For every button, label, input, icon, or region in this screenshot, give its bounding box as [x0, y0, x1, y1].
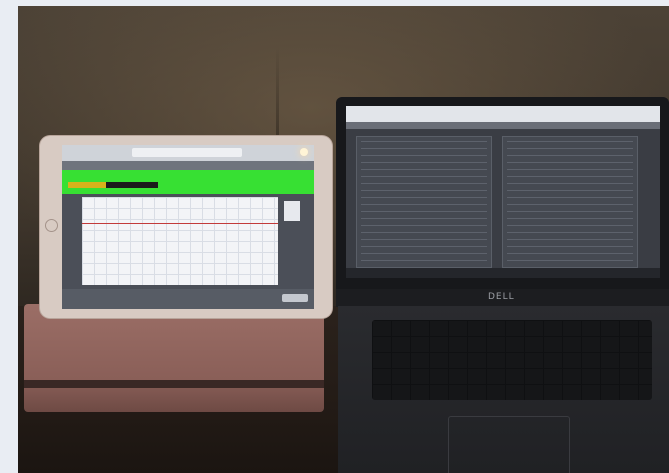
- laptop-logo: DELL: [488, 292, 515, 302]
- laptop-screen: [346, 106, 660, 278]
- laptop-taskbar: [346, 268, 660, 278]
- photo: DELL: [18, 6, 669, 473]
- ipad: [40, 136, 332, 318]
- ipad-browser-bar: [62, 145, 314, 161]
- ipad-footer: [62, 289, 314, 309]
- laptop-touchpad: [448, 416, 570, 473]
- ipad-case: [24, 304, 324, 412]
- ipad-app-nav: [62, 161, 314, 170]
- laptop-browser-bar: [346, 106, 660, 122]
- ipad-level-meter: [68, 182, 158, 188]
- light-glare: [300, 148, 308, 156]
- ipad-status-panel: [62, 170, 314, 194]
- laptop-settings-column-left: [356, 136, 492, 268]
- laptop-base: [338, 306, 669, 473]
- laptop-app-nav: [346, 122, 660, 129]
- settings-rows: [361, 141, 487, 263]
- laptop-settings-column-right: [502, 136, 638, 268]
- ipad-home-button: [45, 219, 58, 232]
- ipad-address-bar: [132, 148, 242, 157]
- ipad-screen: [62, 145, 314, 309]
- ipad-chart-legend: [284, 201, 300, 221]
- ipad-level-fill: [68, 182, 106, 188]
- ipad-chart-line: [82, 223, 278, 224]
- laptop-keyboard: [372, 320, 652, 400]
- ipad-chart: [82, 197, 278, 285]
- settings-rows: [507, 141, 633, 263]
- ipad-case-band: [24, 380, 324, 388]
- laptop-lid: [336, 97, 669, 293]
- ipad-footer-button: [282, 294, 308, 302]
